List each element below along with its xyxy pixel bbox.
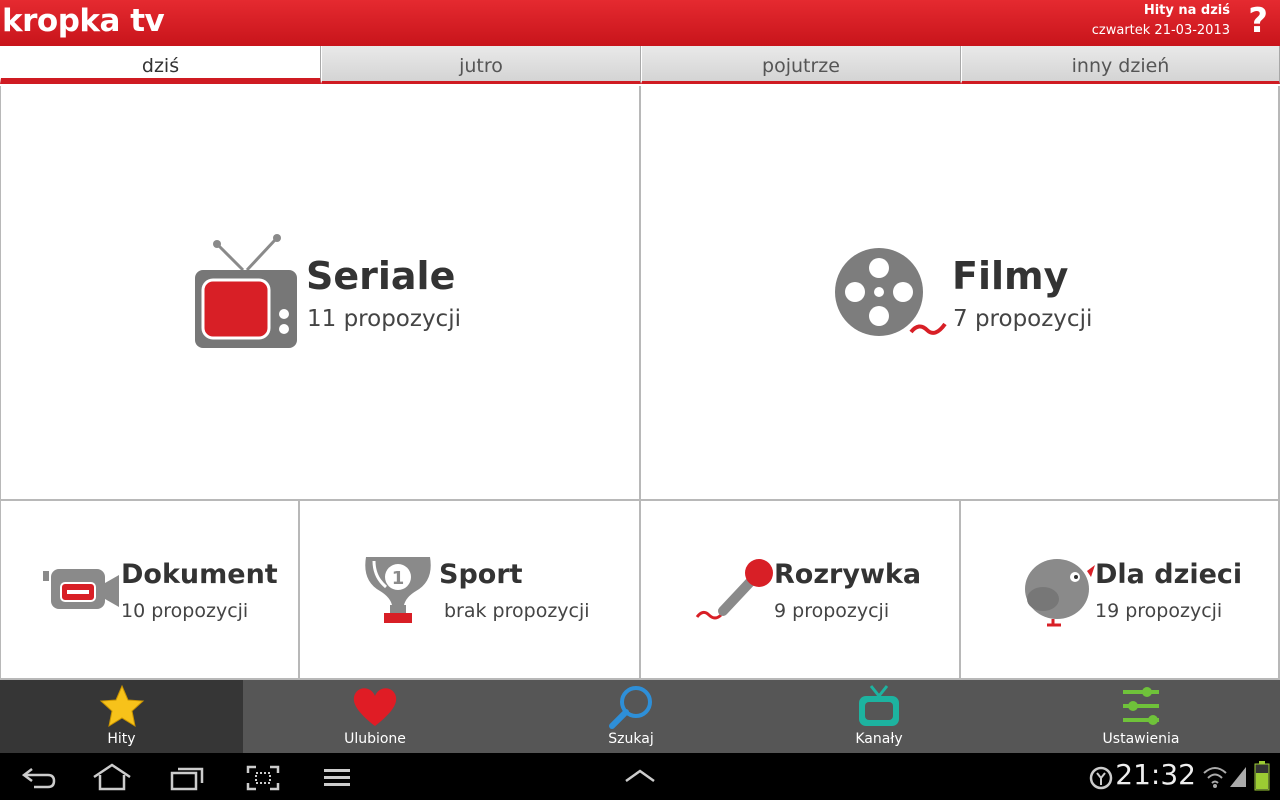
nav-kanaly[interactable]: Kanały bbox=[758, 680, 1000, 753]
category-dzieci[interactable]: Dla dzieci 19 propozycji bbox=[961, 501, 1280, 680]
tab-inny-dzien[interactable]: inny dzień bbox=[961, 46, 1280, 84]
dokument-count: 10 propozycji bbox=[121, 600, 249, 622]
rozrywka-count: 9 propozycji bbox=[774, 600, 890, 622]
category-dokument[interactable]: Dokument 10 propozycji bbox=[0, 501, 300, 680]
nav-ulubione[interactable]: Ulubione bbox=[254, 680, 496, 753]
trophy-icon: 1 bbox=[365, 557, 431, 623]
screenshot-icon[interactable] bbox=[246, 765, 280, 791]
wifi-icon bbox=[1203, 767, 1227, 788]
tv-icon bbox=[195, 234, 297, 348]
category-sport[interactable]: 1 Sport brak propozycji bbox=[300, 501, 641, 680]
back-icon[interactable] bbox=[22, 765, 56, 789]
nav-kanaly-label: Kanały bbox=[855, 731, 903, 747]
nav-szukaj[interactable]: Szukaj bbox=[510, 680, 752, 753]
header-title: Hity na dziś bbox=[1143, 3, 1230, 18]
system-clock: 21:32 bbox=[1115, 758, 1196, 791]
nav-ustawienia-label: Ustawienia bbox=[1102, 731, 1180, 747]
settings-sliders-icon bbox=[1123, 687, 1159, 725]
filmy-count: 7 propozycji bbox=[953, 306, 1093, 332]
bird-icon bbox=[1025, 559, 1095, 627]
system-bar: 21:32 bbox=[0, 753, 1280, 800]
battery-icon bbox=[1254, 761, 1270, 791]
category-filmy[interactable]: Filmy 7 propozycji bbox=[641, 86, 1280, 501]
tab-jutro[interactable]: jutro bbox=[321, 46, 641, 84]
nav-szukaj-label: Szukaj bbox=[608, 731, 654, 747]
film-reel-icon bbox=[835, 248, 947, 336]
dzieci-count: 19 propozycji bbox=[1095, 600, 1223, 622]
app-logo: kropka tv bbox=[2, 3, 165, 39]
tab-pojutrze[interactable]: pojutrze bbox=[641, 46, 961, 84]
search-icon bbox=[609, 686, 652, 729]
microphone-icon bbox=[695, 559, 773, 620]
nav-hity-label: Hity bbox=[107, 731, 136, 747]
help-button[interactable]: ? bbox=[1248, 1, 1268, 41]
bottom-navigation: Hity Ulubione Szukaj Kanały Ustawienia bbox=[0, 680, 1280, 753]
seriale-title: Seriale bbox=[306, 254, 456, 298]
star-icon bbox=[99, 684, 144, 728]
home-icon[interactable] bbox=[92, 763, 132, 791]
filmy-title: Filmy bbox=[952, 254, 1069, 298]
recent-apps-icon[interactable] bbox=[170, 763, 206, 791]
day-tabs: dziś jutro pojutrze inny dzień bbox=[0, 46, 1280, 86]
signal-icon bbox=[1230, 767, 1246, 787]
tv-icon bbox=[859, 685, 899, 726]
category-rozrywka[interactable]: Rozrywka 9 propozycji bbox=[641, 501, 961, 680]
sport-count: brak propozycji bbox=[444, 600, 590, 622]
nav-ustawienia[interactable]: Ustawienia bbox=[1020, 680, 1262, 753]
menu-icon[interactable] bbox=[322, 767, 352, 787]
tab-dzis[interactable]: dziś bbox=[0, 46, 321, 84]
camera-icon bbox=[43, 569, 119, 609]
nav-hity[interactable]: Hity bbox=[0, 680, 243, 753]
app-header: kropka tv Hity na dziś czwartek 21-03-20… bbox=[0, 0, 1280, 46]
nav-ulubione-label: Ulubione bbox=[344, 731, 406, 747]
dzieci-title: Dla dzieci bbox=[1095, 559, 1243, 590]
seriale-count: 11 propozycji bbox=[307, 306, 461, 332]
sport-title: Sport bbox=[439, 559, 523, 590]
sync-status-icon bbox=[1089, 766, 1113, 790]
header-date: czwartek 21-03-2013 bbox=[1091, 23, 1230, 38]
dokument-title: Dokument bbox=[121, 559, 278, 590]
heart-icon bbox=[353, 688, 397, 726]
category-seriale[interactable]: Seriale 11 propozycji bbox=[0, 86, 641, 501]
svg-text:1: 1 bbox=[392, 568, 405, 589]
chevron-up-icon[interactable] bbox=[624, 767, 656, 783]
rozrywka-title: Rozrywka bbox=[774, 559, 922, 590]
